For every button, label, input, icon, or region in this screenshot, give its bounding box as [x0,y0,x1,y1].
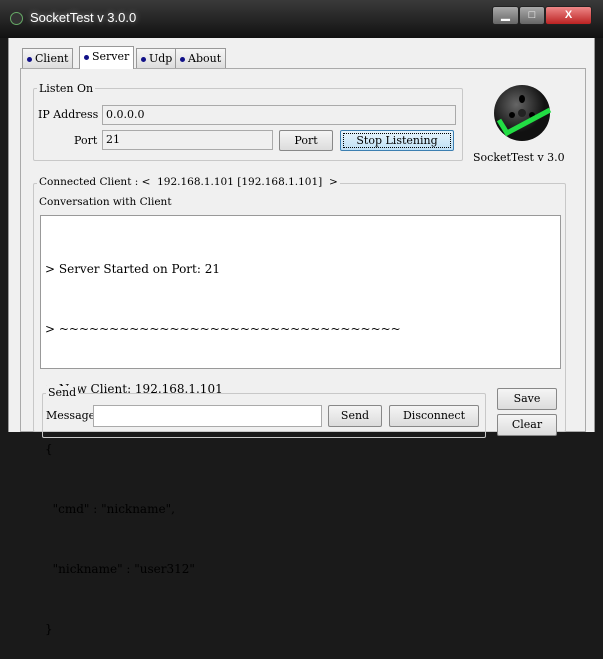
port-label: Port [74,134,98,147]
tab-label: About [188,52,222,65]
conversation-line: { [45,442,53,456]
bullet-icon [180,56,185,62]
disconnect-button[interactable]: Disconnect [389,405,479,427]
save-button[interactable]: Save [497,388,557,410]
bullet-icon [84,54,89,60]
maximize-button[interactable]: □ [519,6,545,25]
window-title: SocketTest v 3.0.0 [30,10,137,25]
port-button[interactable]: Port [279,130,333,151]
conversation-line: } [45,622,53,636]
connected-client-legend: Connected Client : < 192.168.1.101 [192.… [37,176,340,188]
tab-about[interactable]: About [175,48,227,68]
conversation-line: > ~~~~~~~~~~~~~~~~~~~~~~~~~~~~~~~~~~ [45,322,401,336]
send-legend: Send [46,386,79,399]
tab-label: Udp [149,52,173,65]
clear-button[interactable]: Clear [497,414,557,436]
send-button[interactable]: Send [328,405,382,427]
conversation-line: > Server Started on Port: 21 [45,262,220,276]
socket-logo-icon [494,85,552,141]
tab-server[interactable]: Server [79,46,135,69]
tab-client[interactable]: Client [22,48,74,68]
tab-udp[interactable]: Udp [136,48,178,68]
message-input[interactable] [93,405,322,427]
tab-label: Client [35,52,69,65]
bullet-icon [141,56,146,62]
conversation-textarea[interactable]: > Server Started on Port: 21 > ~~~~~~~~~… [40,215,561,636]
conversation-label: Conversation with Client [39,196,172,208]
app-icon [10,12,23,25]
logo-caption: SocketTest v 3.0 [473,151,565,164]
conversation-line: "cmd" : "nickname", [45,502,175,516]
minimize-button[interactable]: ▁ [492,6,519,25]
tab-label: Server [92,50,130,63]
bullet-icon [27,56,32,62]
listen-on-legend: Listen On [37,82,96,95]
port-input[interactable]: 21 [102,130,273,150]
conversation-line: "nickname" : "user312" [45,562,195,576]
close-button[interactable]: X [545,6,592,25]
ip-address-input[interactable]: 0.0.0.0 [102,105,456,125]
message-label: Message [46,409,96,422]
ip-address-label: IP Address [38,108,99,121]
stop-listening-button[interactable]: Stop Listening [340,130,454,151]
